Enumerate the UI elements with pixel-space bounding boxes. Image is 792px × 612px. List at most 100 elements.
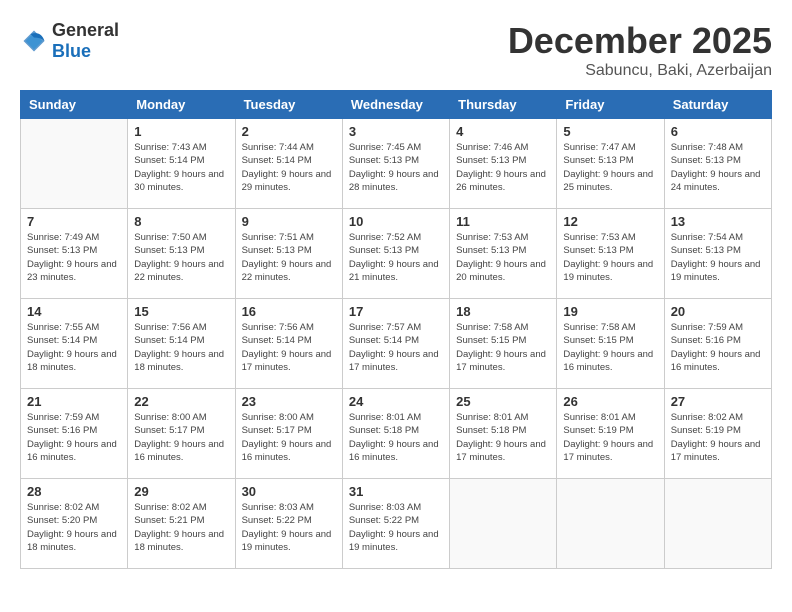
cell-date: 20 <box>671 304 765 319</box>
cell-info: Sunrise: 7:44 AM Sunset: 5:14 PM Dayligh… <box>242 141 336 194</box>
calendar-cell-30: 30 Sunrise: 8:03 AM Sunset: 5:22 PM Dayl… <box>235 479 342 569</box>
cell-date: 16 <box>242 304 336 319</box>
title-area: December 2025 Sabuncu, Baki, Azerbaijan <box>508 20 772 80</box>
calendar-cell-20: 20 Sunrise: 7:59 AM Sunset: 5:16 PM Dayl… <box>664 299 771 389</box>
header: General Blue December 2025 Sabuncu, Baki… <box>20 20 772 80</box>
daylight: Daylight: 9 hours and 16 minutes. <box>27 439 117 463</box>
day-header-sunday: Sunday <box>21 91 128 119</box>
cell-info: Sunrise: 7:58 AM Sunset: 5:15 PM Dayligh… <box>563 321 657 374</box>
cell-date: 22 <box>134 394 228 409</box>
daylight: Daylight: 9 hours and 16 minutes. <box>242 439 332 463</box>
cell-date: 29 <box>134 484 228 499</box>
cell-date: 9 <box>242 214 336 229</box>
cell-date: 30 <box>242 484 336 499</box>
sunrise: Sunrise: 7:59 AM <box>27 412 99 423</box>
sunset: Sunset: 5:16 PM <box>671 335 741 346</box>
sunset: Sunset: 5:13 PM <box>671 155 741 166</box>
cell-date: 31 <box>349 484 443 499</box>
sunset: Sunset: 5:18 PM <box>456 425 526 436</box>
sunrise: Sunrise: 7:56 AM <box>134 322 206 333</box>
cell-date: 6 <box>671 124 765 139</box>
sunset: Sunset: 5:13 PM <box>242 245 312 256</box>
daylight: Daylight: 9 hours and 24 minutes. <box>671 169 761 193</box>
daylight: Daylight: 9 hours and 19 minutes. <box>671 259 761 283</box>
daylight: Daylight: 9 hours and 17 minutes. <box>456 439 546 463</box>
calendar-cell-10: 10 Sunrise: 7:52 AM Sunset: 5:13 PM Dayl… <box>342 209 449 299</box>
calendar-cell-2: 2 Sunrise: 7:44 AM Sunset: 5:14 PM Dayli… <box>235 119 342 209</box>
day-header-wednesday: Wednesday <box>342 91 449 119</box>
logo-general: General <box>52 20 119 40</box>
week-row-3: 14 Sunrise: 7:55 AM Sunset: 5:14 PM Dayl… <box>21 299 772 389</box>
sunset: Sunset: 5:13 PM <box>563 245 633 256</box>
cell-info: Sunrise: 7:43 AM Sunset: 5:14 PM Dayligh… <box>134 141 228 194</box>
calendar-cell-6: 6 Sunrise: 7:48 AM Sunset: 5:13 PM Dayli… <box>664 119 771 209</box>
calendar-cell-15: 15 Sunrise: 7:56 AM Sunset: 5:14 PM Dayl… <box>128 299 235 389</box>
sunrise: Sunrise: 8:00 AM <box>134 412 206 423</box>
sunset: Sunset: 5:15 PM <box>563 335 633 346</box>
sunrise: Sunrise: 7:54 AM <box>671 232 743 243</box>
sunset: Sunset: 5:22 PM <box>242 515 312 526</box>
cell-date: 4 <box>456 124 550 139</box>
sunrise: Sunrise: 8:01 AM <box>456 412 528 423</box>
sunrise: Sunrise: 7:46 AM <box>456 142 528 153</box>
sunset: Sunset: 5:13 PM <box>456 155 526 166</box>
sunset: Sunset: 5:20 PM <box>27 515 97 526</box>
daylight: Daylight: 9 hours and 29 minutes. <box>242 169 332 193</box>
calendar-cell-12: 12 Sunrise: 7:53 AM Sunset: 5:13 PM Dayl… <box>557 209 664 299</box>
day-header-monday: Monday <box>128 91 235 119</box>
calendar-cell-4: 4 Sunrise: 7:46 AM Sunset: 5:13 PM Dayli… <box>450 119 557 209</box>
sunset: Sunset: 5:14 PM <box>242 155 312 166</box>
daylight: Daylight: 9 hours and 17 minutes. <box>671 439 761 463</box>
cell-info: Sunrise: 8:02 AM Sunset: 5:19 PM Dayligh… <box>671 411 765 464</box>
cell-info: Sunrise: 8:00 AM Sunset: 5:17 PM Dayligh… <box>134 411 228 464</box>
daylight: Daylight: 9 hours and 16 minutes. <box>134 439 224 463</box>
calendar-cell-11: 11 Sunrise: 7:53 AM Sunset: 5:13 PM Dayl… <box>450 209 557 299</box>
week-row-5: 28 Sunrise: 8:02 AM Sunset: 5:20 PM Dayl… <box>21 479 772 569</box>
daylight: Daylight: 9 hours and 23 minutes. <box>27 259 117 283</box>
sunset: Sunset: 5:19 PM <box>671 425 741 436</box>
sunset: Sunset: 5:13 PM <box>27 245 97 256</box>
cell-info: Sunrise: 7:59 AM Sunset: 5:16 PM Dayligh… <box>27 411 121 464</box>
calendar-cell-23: 23 Sunrise: 8:00 AM Sunset: 5:17 PM Dayl… <box>235 389 342 479</box>
cell-info: Sunrise: 7:45 AM Sunset: 5:13 PM Dayligh… <box>349 141 443 194</box>
cell-date: 12 <box>563 214 657 229</box>
calendar-cell-5: 5 Sunrise: 7:47 AM Sunset: 5:13 PM Dayli… <box>557 119 664 209</box>
cell-info: Sunrise: 8:01 AM Sunset: 5:18 PM Dayligh… <box>456 411 550 464</box>
calendar-cell-16: 16 Sunrise: 7:56 AM Sunset: 5:14 PM Dayl… <box>235 299 342 389</box>
calendar-cell-13: 13 Sunrise: 7:54 AM Sunset: 5:13 PM Dayl… <box>664 209 771 299</box>
cell-date: 18 <box>456 304 550 319</box>
cell-info: Sunrise: 7:50 AM Sunset: 5:13 PM Dayligh… <box>134 231 228 284</box>
calendar-cell-31: 31 Sunrise: 8:03 AM Sunset: 5:22 PM Dayl… <box>342 479 449 569</box>
calendar-cell-28: 28 Sunrise: 8:02 AM Sunset: 5:20 PM Dayl… <box>21 479 128 569</box>
calendar-cell-14: 14 Sunrise: 7:55 AM Sunset: 5:14 PM Dayl… <box>21 299 128 389</box>
daylight: Daylight: 9 hours and 18 minutes. <box>134 529 224 553</box>
month-title: December 2025 <box>508 20 772 62</box>
sunrise: Sunrise: 8:02 AM <box>134 502 206 513</box>
empty-cell <box>557 479 664 569</box>
sunrise: Sunrise: 7:57 AM <box>349 322 421 333</box>
daylight: Daylight: 9 hours and 25 minutes. <box>563 169 653 193</box>
sunset: Sunset: 5:13 PM <box>349 155 419 166</box>
cell-info: Sunrise: 7:52 AM Sunset: 5:13 PM Dayligh… <box>349 231 443 284</box>
cell-date: 14 <box>27 304 121 319</box>
sunset: Sunset: 5:21 PM <box>134 515 204 526</box>
daylight: Daylight: 9 hours and 17 minutes. <box>563 439 653 463</box>
cell-date: 17 <box>349 304 443 319</box>
daylight: Daylight: 9 hours and 19 minutes. <box>349 529 439 553</box>
calendar-cell-24: 24 Sunrise: 8:01 AM Sunset: 5:18 PM Dayl… <box>342 389 449 479</box>
daylight: Daylight: 9 hours and 19 minutes. <box>242 529 332 553</box>
sunset: Sunset: 5:17 PM <box>242 425 312 436</box>
cell-info: Sunrise: 7:59 AM Sunset: 5:16 PM Dayligh… <box>671 321 765 374</box>
daylight: Daylight: 9 hours and 20 minutes. <box>456 259 546 283</box>
cell-date: 19 <box>563 304 657 319</box>
sunrise: Sunrise: 7:56 AM <box>242 322 314 333</box>
cell-date: 2 <box>242 124 336 139</box>
cell-info: Sunrise: 7:53 AM Sunset: 5:13 PM Dayligh… <box>563 231 657 284</box>
daylight: Daylight: 9 hours and 19 minutes. <box>563 259 653 283</box>
empty-cell <box>664 479 771 569</box>
sunset: Sunset: 5:13 PM <box>563 155 633 166</box>
sunrise: Sunrise: 7:59 AM <box>671 322 743 333</box>
calendar-cell-25: 25 Sunrise: 8:01 AM Sunset: 5:18 PM Dayl… <box>450 389 557 479</box>
sunset: Sunset: 5:14 PM <box>134 335 204 346</box>
sunrise: Sunrise: 7:52 AM <box>349 232 421 243</box>
